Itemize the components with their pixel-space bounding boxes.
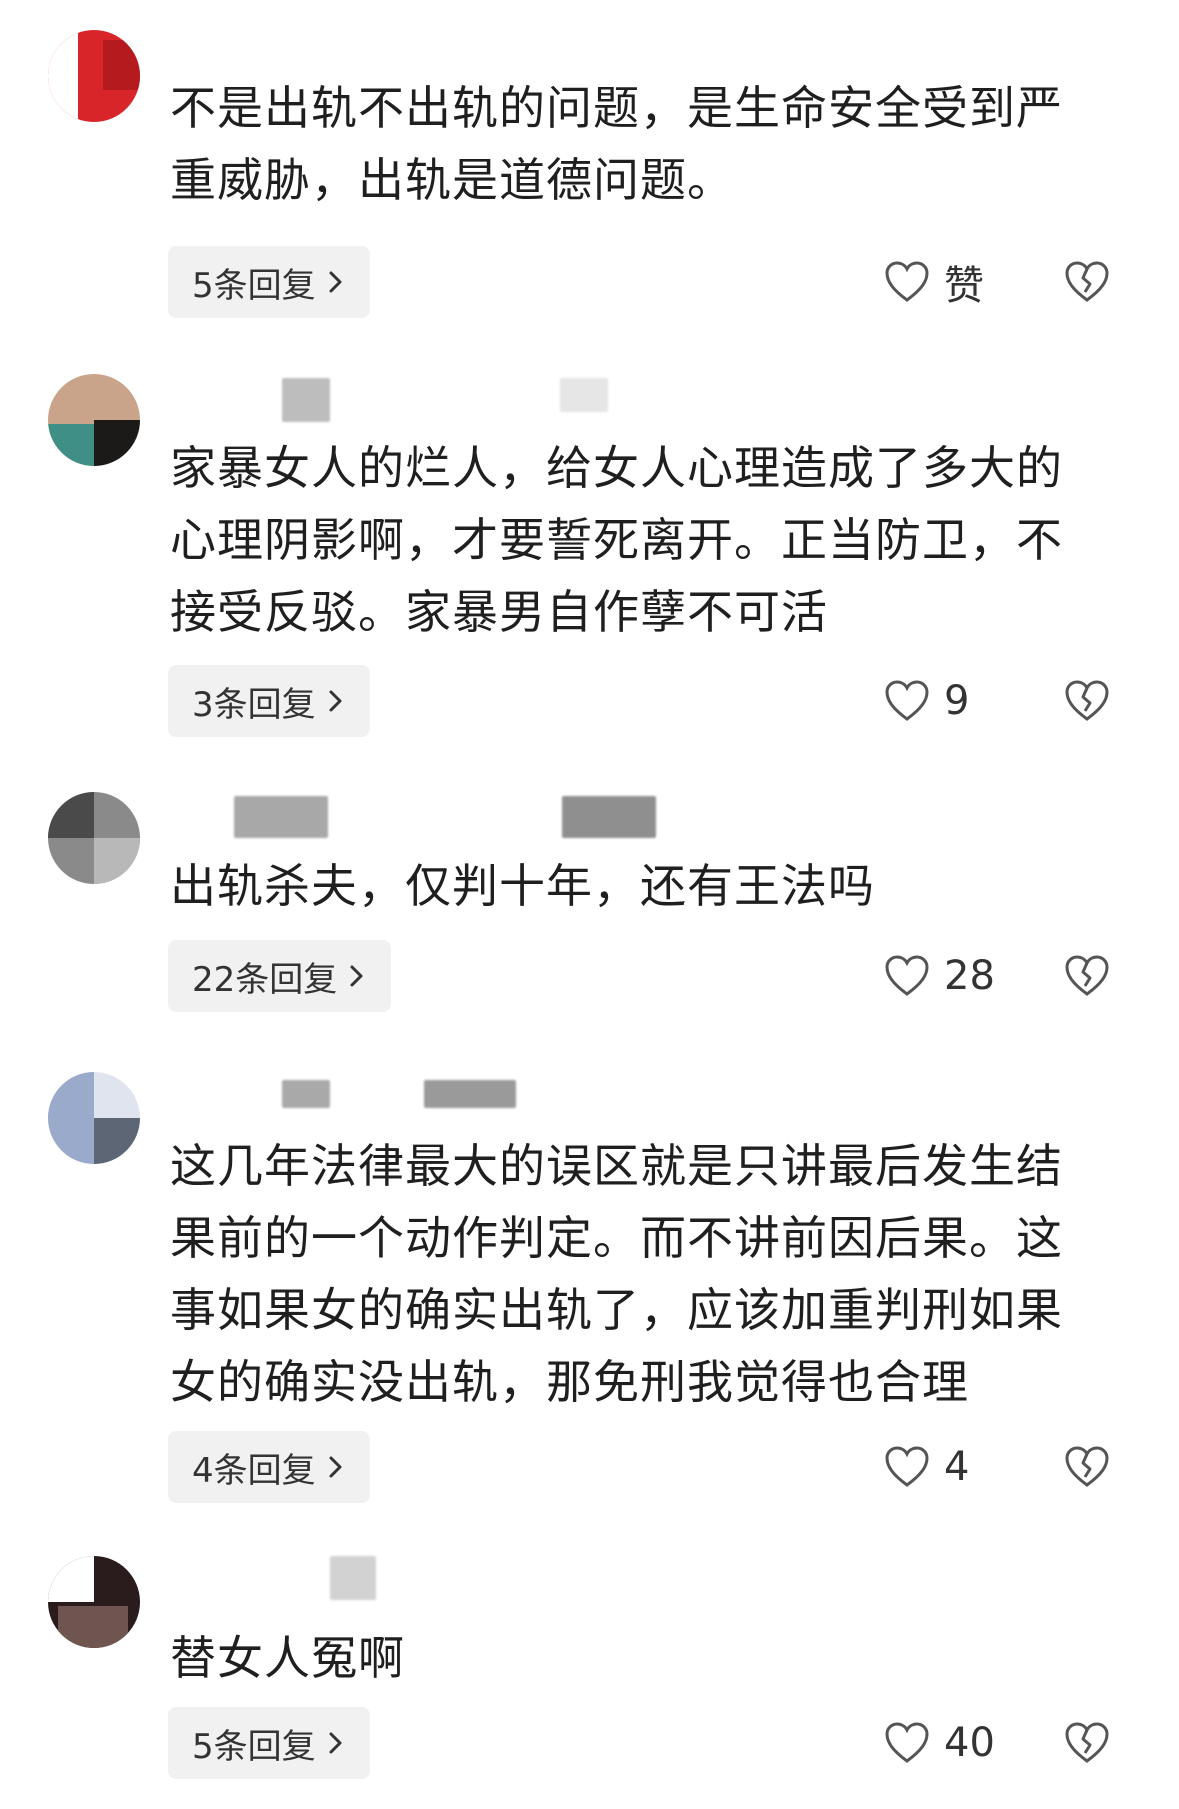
chevron-right-icon (329, 1732, 342, 1754)
broken-heart-icon (1065, 261, 1109, 302)
username[interactable] (282, 1080, 330, 1108)
broken-heart-icon (1065, 1722, 1109, 1763)
like-button[interactable]: 4 (884, 1431, 969, 1503)
like-button[interactable]: 40 (884, 1707, 995, 1779)
reply-label: 5条回复 (192, 1726, 316, 1767)
reply-count-button[interactable]: 4条回复 (168, 1431, 370, 1503)
like-count: 28 (944, 953, 995, 999)
comment-text: 替女人冤啊 (170, 1631, 405, 1685)
comment-text: 这几年法律最大的误区就是只讲最后发生结果前的一个动作判定。而不讲前因后果。这事如… (170, 1139, 1063, 1409)
heart-outline-icon (885, 680, 929, 721)
avatar[interactable] (48, 1072, 140, 1164)
broken-heart-icon (1065, 1446, 1109, 1487)
heart-outline-icon (885, 955, 929, 996)
like-button[interactable]: 赞 (884, 246, 984, 318)
dislike-button[interactable] (1064, 665, 1110, 737)
heart-outline-icon (885, 261, 929, 302)
chevron-right-icon (329, 271, 342, 293)
reply-count-button[interactable]: 5条回复 (168, 246, 370, 318)
like-button[interactable]: 9 (884, 665, 969, 737)
chevron-right-icon (350, 965, 363, 987)
avatar[interactable] (48, 1556, 140, 1648)
like-count: 赞 (944, 263, 984, 309)
comment-text: 出轨杀夫，仅判十年，还有王法吗 (170, 859, 875, 913)
username[interactable] (234, 796, 328, 838)
avatar[interactable] (48, 792, 140, 884)
dislike-button[interactable] (1064, 1707, 1110, 1779)
broken-heart-icon (1065, 955, 1109, 996)
comment-meta (562, 796, 656, 838)
dislike-button[interactable] (1064, 246, 1110, 318)
like-count: 40 (944, 1720, 995, 1766)
chevron-right-icon (329, 1456, 342, 1478)
reply-label: 22条回复 (192, 959, 338, 1000)
dislike-button[interactable] (1064, 940, 1110, 1012)
reply-count-button[interactable]: 3条回复 (168, 665, 370, 737)
username[interactable] (282, 378, 330, 422)
avatar[interactable] (48, 30, 140, 122)
reply-count-button[interactable]: 22条回复 (168, 940, 392, 1012)
like-count: 9 (944, 678, 970, 724)
like-button[interactable]: 28 (884, 940, 995, 1012)
reply-label: 4条回复 (192, 1450, 316, 1491)
username[interactable] (330, 1556, 376, 1600)
avatar[interactable] (48, 374, 140, 466)
comment-text: 家暴女人的烂人，给女人心理造成了多大的心理阴影啊，才要誓死离开。正当防卫，不接受… (170, 441, 1063, 639)
chevron-right-icon (329, 690, 342, 712)
reply-count-button[interactable]: 5条回复 (168, 1707, 370, 1779)
reply-label: 5条回复 (192, 265, 316, 306)
like-count: 4 (944, 1444, 970, 1490)
dislike-button[interactable] (1064, 1431, 1110, 1503)
comment-text: 不是出轨不出轨的问题，是生命安全受到严重威胁，出轨是道德问题。 (170, 81, 1063, 207)
heart-outline-icon (885, 1446, 929, 1487)
comment-meta (424, 1080, 516, 1108)
broken-heart-icon (1065, 680, 1109, 721)
reply-label: 3条回复 (192, 684, 316, 725)
heart-outline-icon (885, 1722, 929, 1763)
comment-meta (560, 378, 608, 412)
